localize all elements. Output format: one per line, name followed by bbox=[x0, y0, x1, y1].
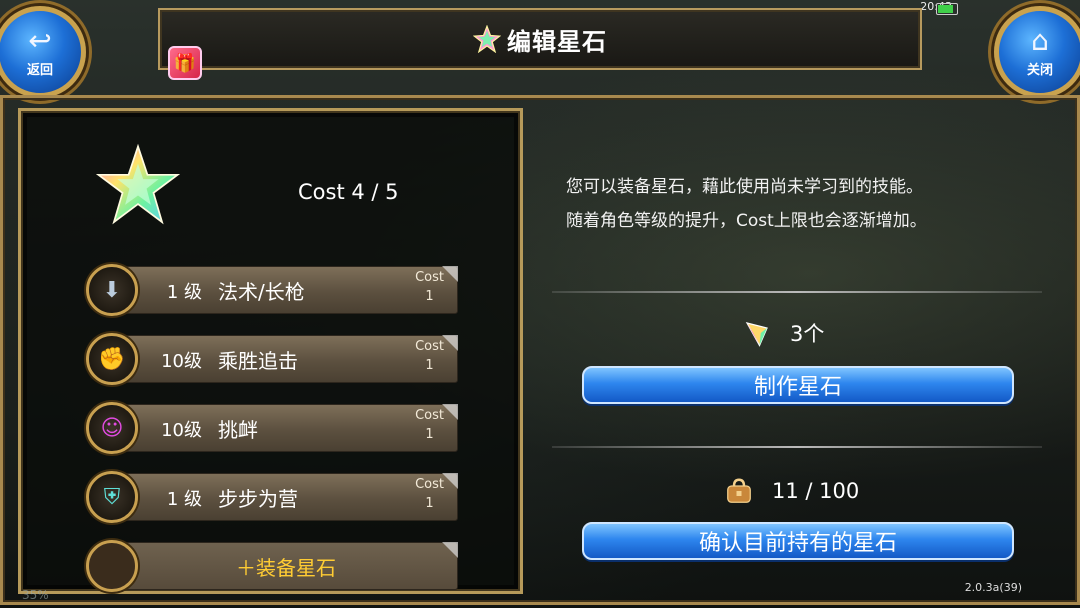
taunt-skill-icon: ☺ bbox=[86, 402, 138, 454]
skill-cost: Cost 1 bbox=[415, 475, 444, 513]
add-star-stone-slot[interactable]: ＋装备星石 bbox=[86, 540, 458, 592]
title-banner: 编辑星石 bbox=[158, 8, 922, 70]
skill-cost-value: 1 bbox=[425, 289, 434, 304]
star-stone-icon bbox=[473, 25, 501, 53]
percent-label: 35% bbox=[22, 588, 49, 602]
skill-name: 步步为营 bbox=[218, 487, 298, 511]
skill-cost-label: Cost bbox=[415, 408, 444, 423]
rainbow-star-icon bbox=[95, 143, 181, 225]
bag-icon bbox=[727, 478, 751, 503]
skill-level: 1 级 bbox=[166, 489, 202, 510]
corner-decor bbox=[442, 473, 458, 489]
skill-cost-label: Cost bbox=[415, 339, 444, 354]
skill-cost-value: 1 bbox=[425, 496, 434, 511]
page-title: 编辑星石 bbox=[507, 27, 607, 56]
divider bbox=[552, 291, 1042, 293]
skill-cost-label: Cost bbox=[415, 270, 444, 285]
skill-cost: Cost 1 bbox=[415, 406, 444, 444]
pursuit-skill-icon: ✊ bbox=[86, 333, 138, 385]
battery-icon bbox=[936, 3, 958, 15]
skill-name: 法术/长枪 bbox=[218, 280, 305, 304]
divider bbox=[552, 446, 1042, 448]
skill-level: 10级 bbox=[161, 351, 202, 372]
empty-slot-icon bbox=[86, 540, 138, 592]
skill-level: 10级 bbox=[161, 420, 202, 441]
corner-decor bbox=[442, 542, 458, 558]
return-arrow-icon: ↩ bbox=[28, 23, 52, 57]
corner-decor bbox=[442, 404, 458, 420]
close-label: 关闭 bbox=[1026, 62, 1053, 78]
crystal-count-value: 3个 bbox=[790, 322, 825, 346]
shield-skill-icon: ⛨ bbox=[86, 471, 138, 523]
gift-icon[interactable]: 🎁 bbox=[168, 46, 202, 80]
skill-slot-2[interactable]: ✊ 10级 乘胜追击 Cost 1 bbox=[86, 333, 458, 385]
skill-slot-1[interactable]: ⬇ 1 级 法术/长枪 Cost 1 bbox=[86, 264, 458, 316]
description: 您可以装备星石，藉此使用尚未学习到的技能。 随着角色等级的提升，Cost上限也会… bbox=[566, 170, 1046, 238]
add-star-stone-label: ＋装备星石 bbox=[236, 556, 336, 580]
skill-slot-3[interactable]: ☺ 10级 挑衅 Cost 1 bbox=[86, 402, 458, 454]
skill-name: 挑衅 bbox=[218, 418, 258, 442]
corner-decor bbox=[442, 266, 458, 282]
spear-skill-icon: ⬇ bbox=[86, 264, 138, 316]
corner-decor bbox=[442, 335, 458, 351]
skill-cost-label: Cost bbox=[415, 477, 444, 492]
home-icon: ⌂ bbox=[1031, 23, 1049, 57]
skill-level: 1 级 bbox=[166, 282, 202, 303]
crystal-count: 3个 bbox=[742, 318, 824, 348]
stone-count: 11 / 100 bbox=[724, 476, 859, 506]
stone-count-value: 11 / 100 bbox=[772, 479, 860, 503]
skill-slot-4[interactable]: ⛨ 1 级 步步为营 Cost 1 bbox=[86, 471, 458, 523]
crystal-shard-icon bbox=[745, 322, 768, 347]
version-label: 2.0.3a(39) bbox=[964, 581, 1022, 594]
skill-name: 乘胜追击 bbox=[218, 349, 298, 373]
skill-cost-value: 1 bbox=[425, 358, 434, 373]
skill-cost: Cost 1 bbox=[415, 268, 444, 306]
description-line-2: 随着角色等级的提升，Cost上限也会逐渐增加。 bbox=[566, 211, 927, 231]
skill-cost-value: 1 bbox=[425, 427, 434, 442]
skill-cost: Cost 1 bbox=[415, 337, 444, 375]
cost-total: Cost 4 / 5 bbox=[298, 180, 399, 204]
description-line-1: 您可以装备星石，藉此使用尚未学习到的技能。 bbox=[566, 177, 923, 197]
close-button[interactable]: ⌂ 关闭 bbox=[994, 6, 1080, 98]
back-label: 返回 bbox=[26, 62, 53, 78]
view-owned-stones-button[interactable]: 确认目前持有的星石 bbox=[582, 522, 1014, 560]
craft-star-stone-button[interactable]: 制作星石 bbox=[582, 366, 1014, 404]
